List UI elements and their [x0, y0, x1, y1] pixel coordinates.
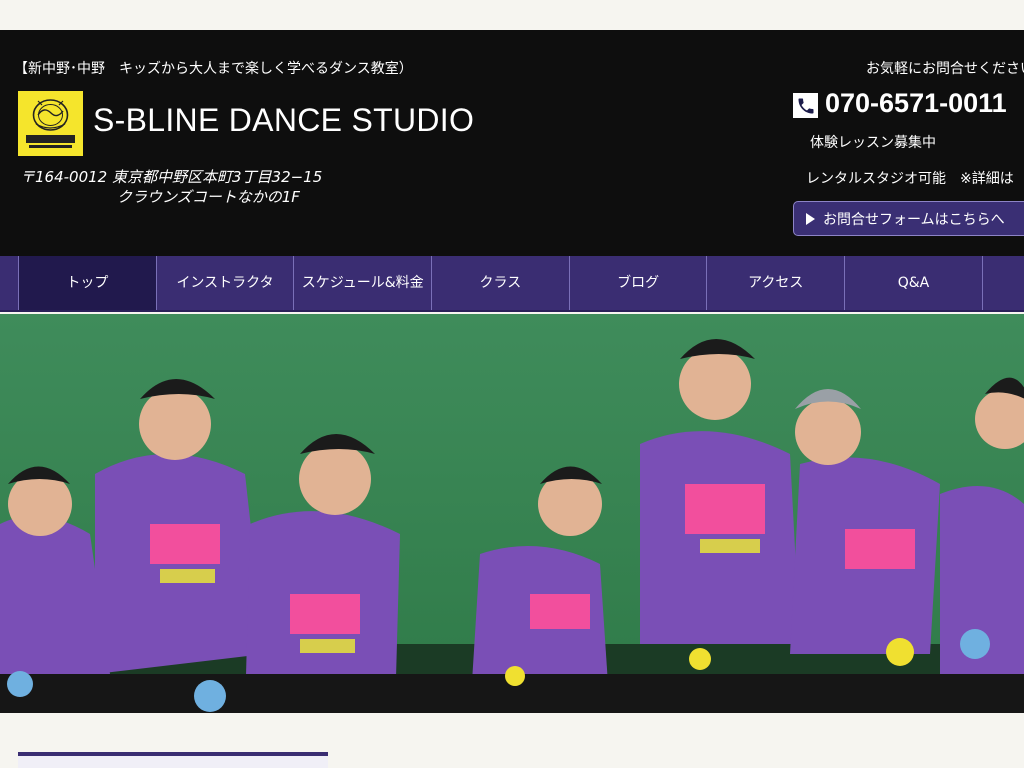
nav-item-blog[interactable]: ブログ	[568, 256, 707, 310]
rental-studio-text: レンタルスタジオ可能 ※詳細は	[806, 171, 1014, 187]
nav-item-contact[interactable]: お	[981, 256, 1024, 310]
address-line-2: クラウンズコートなかの1F	[117, 188, 300, 206]
logo-emblem-icon	[18, 91, 83, 156]
nav-item-qa[interactable]: Q&A	[844, 256, 982, 310]
site-header: 【新中野･中野 キッズから大人まで楽しく学べるダンス教室） S-BLINE DA…	[0, 30, 1024, 256]
global-nav: トップ インストラクタ スケジュール&料金 クラス ブログ アクセス Q&A お	[0, 256, 1024, 312]
trial-lesson-text: 体験レッスン募集中	[810, 135, 936, 151]
hero-image	[0, 314, 1024, 713]
top-strip	[0, 0, 1024, 30]
nav-item-top[interactable]: トップ	[18, 256, 156, 310]
nav-item-instructor[interactable]: インストラクタ	[155, 256, 294, 310]
header-tagline: 【新中野･中野 キッズから大人まで楽しく学べるダンス教室）	[14, 61, 413, 77]
site-logo[interactable]	[18, 91, 83, 156]
nav-item-class[interactable]: クラス	[431, 256, 569, 310]
dance-photo	[0, 314, 1024, 713]
nav-item-schedule[interactable]: スケジュール&料金	[293, 256, 431, 310]
section-heading-bar	[18, 752, 328, 768]
contact-form-button[interactable]: お問合せフォームはこちらへ	[793, 201, 1024, 236]
nav-list: トップ インストラクタ スケジュール&料金 クラス ブログ アクセス Q&A お	[18, 256, 1024, 310]
site-title[interactable]: S-BLINE DANCE STUDIO	[93, 102, 474, 139]
phone-icon	[793, 93, 818, 118]
contact-form-button-label: お問合せフォームはこちらへ	[823, 211, 1005, 228]
contact-lead-text: お気軽にお問合せください	[866, 61, 1024, 77]
phone-number[interactable]: 070-6571-0011	[825, 88, 1007, 119]
nav-item-access[interactable]: アクセス	[706, 256, 844, 310]
play-triangle-icon	[806, 212, 815, 225]
address-line-1: 〒164-0012 東京都中野区本町3丁目32−15	[20, 168, 323, 186]
